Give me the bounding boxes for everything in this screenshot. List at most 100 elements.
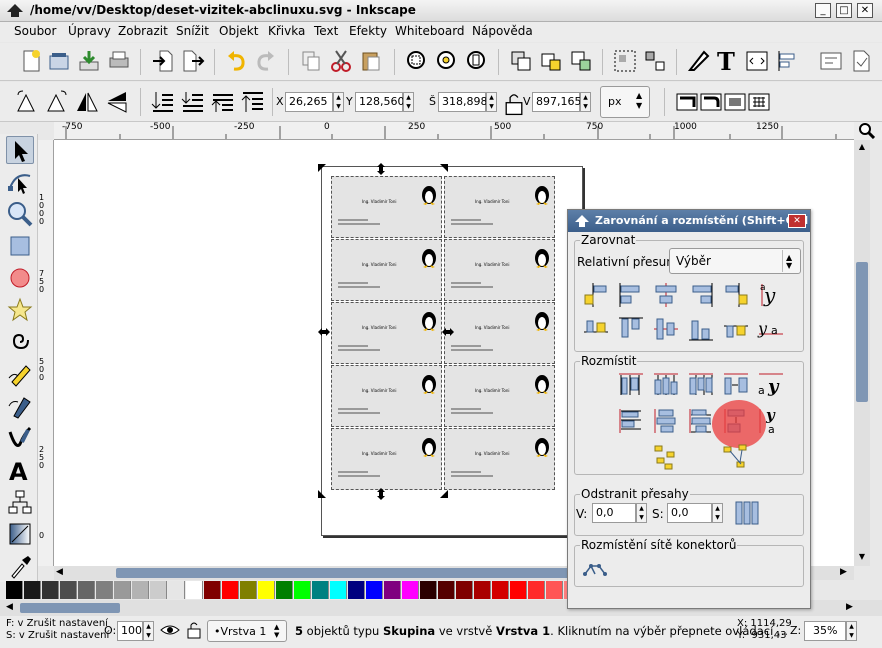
- scale-corners-icon[interactable]: [698, 89, 724, 115]
- align-top-icon[interactable]: [616, 314, 646, 344]
- menu-text[interactable]: Text: [314, 24, 338, 38]
- align-baseline-vertical-icon[interactable]: ya: [756, 314, 786, 344]
- palette-swatch[interactable]: [222, 581, 239, 599]
- save-icon[interactable]: [76, 48, 102, 74]
- connector-tool[interactable]: [6, 488, 34, 516]
- move-patterns-icon[interactable]: [746, 89, 772, 115]
- fill-indicator[interactable]: F: v Zrušit nastavení: [6, 618, 108, 629]
- distribute-centers-vertical-icon[interactable]: [651, 406, 681, 436]
- palette-swatch[interactable]: [132, 581, 149, 599]
- paste-icon[interactable]: [358, 48, 384, 74]
- distribute-centers-horizontal-icon[interactable]: [651, 370, 681, 400]
- menu-soubor[interactable]: Soubor: [14, 24, 56, 38]
- pen-tool[interactable]: [6, 392, 34, 420]
- palette-swatch[interactable]: [348, 581, 365, 599]
- arrange-connector-network-icon[interactable]: [581, 554, 611, 584]
- ungroup-icon[interactable]: [642, 48, 668, 74]
- unlink-clone-icon[interactable]: [568, 48, 594, 74]
- menu-efekty[interactable]: Efekty: [349, 24, 387, 38]
- palette-swatch[interactable]: [60, 581, 77, 599]
- align-distribute-icon[interactable]: [774, 48, 800, 74]
- zoom-icon[interactable]: [859, 123, 876, 140]
- preferences-icon[interactable]: [818, 48, 844, 74]
- raise-to-top-icon[interactable]: [240, 89, 266, 115]
- vertical-scroll-thumb[interactable]: [856, 262, 868, 402]
- eye-icon[interactable]: [160, 622, 180, 638]
- palette-scroll-thumb[interactable]: [20, 603, 120, 613]
- x-spinner-arrows[interactable]: ▲ ▼: [333, 92, 344, 112]
- unclump-icon[interactable]: [721, 442, 751, 472]
- palette-swatch[interactable]: [402, 581, 419, 599]
- menu-zobrazit[interactable]: Zobrazit: [118, 24, 168, 38]
- rotate-ccw-icon[interactable]: [14, 89, 40, 115]
- remove-overlaps-icon[interactable]: [732, 498, 762, 528]
- align-center-horizontal-icon[interactable]: [651, 280, 681, 310]
- group-icon[interactable]: [612, 48, 638, 74]
- palette-swatch[interactable]: [492, 581, 509, 599]
- opacity-spinner-arrows[interactable]: ▲ ▼: [143, 621, 154, 641]
- palette-swatch[interactable]: [186, 581, 203, 599]
- undo-icon[interactable]: [224, 48, 250, 74]
- randomize-positions-icon[interactable]: [651, 442, 681, 472]
- dropper-tool[interactable]: [6, 552, 34, 580]
- align-center-vertical-icon[interactable]: [651, 314, 681, 344]
- palette-swatch[interactable]: [510, 581, 527, 599]
- palette-swatch[interactable]: [168, 581, 185, 599]
- palette-swatch[interactable]: [6, 581, 23, 599]
- gradient-tool[interactable]: [6, 520, 34, 548]
- align-bottom-icon[interactable]: [686, 314, 716, 344]
- palette-swatch[interactable]: [546, 581, 563, 599]
- zoom-drawing-icon[interactable]: [434, 48, 460, 74]
- y-input[interactable]: 128,560: [355, 92, 405, 112]
- h-gap-spinner-arrows[interactable]: ▲ ▼: [636, 503, 647, 523]
- clone-icon[interactable]: [538, 48, 564, 74]
- menu-upravy[interactable]: Úpravy: [68, 24, 111, 38]
- rectangle-tool[interactable]: [6, 232, 34, 260]
- h-gap-input[interactable]: 0,0: [592, 503, 636, 523]
- export-icon[interactable]: [180, 48, 206, 74]
- close-window-button[interactable]: ✕: [857, 3, 873, 18]
- palette-swatch[interactable]: [474, 581, 491, 599]
- menu-snizit[interactable]: Snížit: [176, 24, 209, 38]
- palette-swatch[interactable]: [240, 581, 257, 599]
- align-baseline-text-icon[interactable]: ya: [756, 280, 786, 310]
- minimize-button[interactable]: _: [815, 3, 831, 18]
- print-icon[interactable]: [106, 48, 132, 74]
- lower-icon[interactable]: [180, 89, 206, 115]
- palette-swatch[interactable]: [258, 581, 275, 599]
- open-icon[interactable]: [46, 48, 72, 74]
- dialog-close-button[interactable]: ✕: [788, 214, 806, 228]
- ellipse-tool[interactable]: [6, 264, 34, 292]
- palette-swatch[interactable]: [384, 581, 401, 599]
- height-spinner-arrows[interactable]: ▲ ▼: [580, 92, 591, 112]
- text-font-icon[interactable]: T: [714, 47, 740, 76]
- palette-swatch[interactable]: [438, 581, 455, 599]
- palette-swatch[interactable]: [78, 581, 95, 599]
- horizontal-scroll-thumb[interactable]: [116, 568, 596, 578]
- flip-horizontal-icon[interactable]: [74, 89, 100, 115]
- palette-swatch[interactable]: [330, 581, 347, 599]
- palette-swatch[interactable]: [96, 581, 113, 599]
- distribute-gaps-horizontal-icon[interactable]: [721, 370, 751, 400]
- y-spinner-arrows[interactable]: ▲ ▼: [403, 92, 414, 112]
- stroke-indicator[interactable]: S: v Zrušit nastavení: [6, 630, 109, 641]
- distribute-top-edges-icon[interactable]: [616, 406, 646, 436]
- pencil-tool[interactable]: [6, 360, 34, 388]
- scroll-left-arrow-icon[interactable]: ◀: [6, 602, 13, 612]
- palette-swatch[interactable]: [456, 581, 473, 599]
- palette-swatch[interactable]: [294, 581, 311, 599]
- scroll-right-arrow-icon[interactable]: ▶: [840, 567, 847, 577]
- layer-select[interactable]: •Vrstva 1 ▲ ▼: [207, 620, 287, 642]
- cut-icon[interactable]: [328, 48, 354, 74]
- selector-tool[interactable]: [6, 136, 34, 164]
- align-right-to-left-icon[interactable]: [581, 280, 611, 310]
- rotate-cw-icon[interactable]: [44, 89, 70, 115]
- maximize-button[interactable]: □: [836, 3, 852, 18]
- height-input[interactable]: 897,165: [532, 92, 582, 112]
- palette-swatch[interactable]: [366, 581, 383, 599]
- flip-vertical-icon[interactable]: [104, 89, 130, 115]
- palette-swatch[interactable]: [42, 581, 59, 599]
- duplicate-icon[interactable]: [508, 48, 534, 74]
- zoom-tool[interactable]: [6, 200, 34, 228]
- lower-to-bottom-icon[interactable]: [150, 89, 176, 115]
